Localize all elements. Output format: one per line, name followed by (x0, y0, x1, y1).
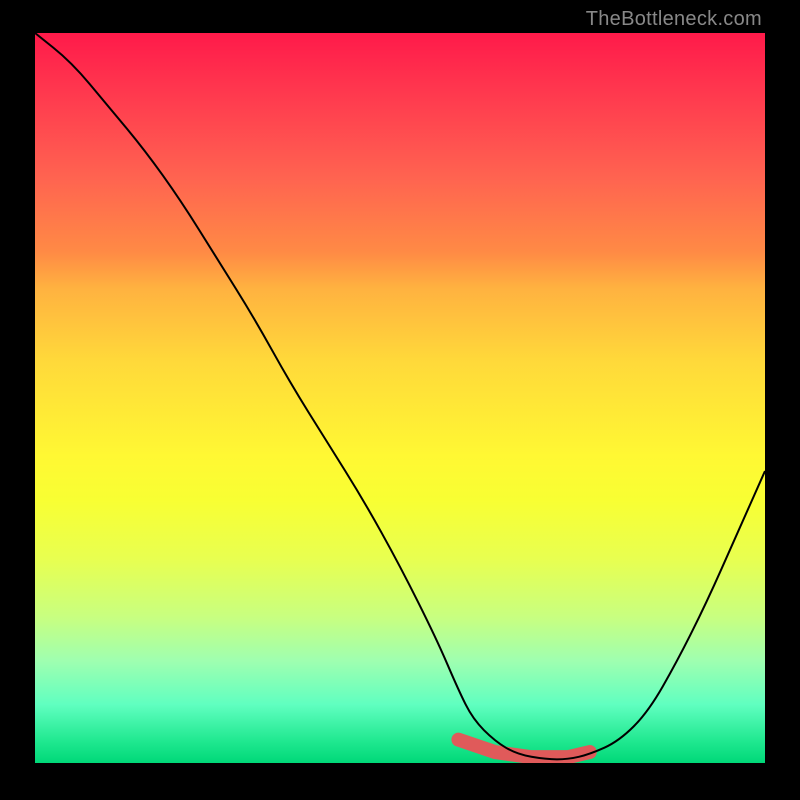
curve-svg (35, 33, 765, 763)
bottleneck-curve-line (35, 33, 765, 759)
plot-area (35, 33, 765, 763)
watermark-text: TheBottleneck.com (586, 8, 762, 31)
chart-container: TheBottleneck.com (0, 0, 800, 800)
